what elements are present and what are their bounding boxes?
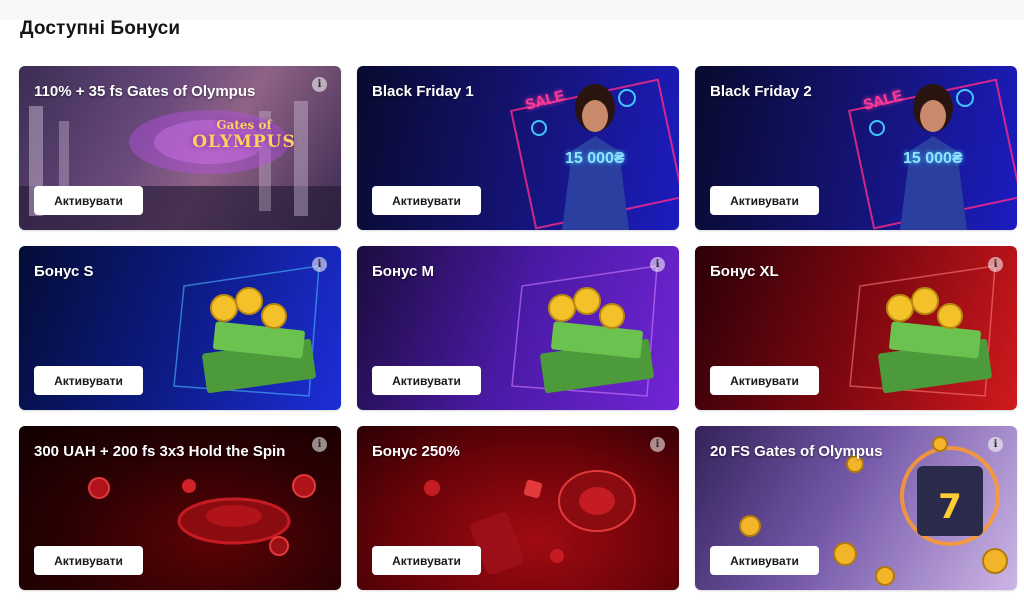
bonus-card: Бонус XL i Активувати xyxy=(695,246,1017,410)
bonus-card: SALE 15 000₴ Black Friday 2 Активувати xyxy=(695,66,1017,230)
bonus-grid: Gates of OLYMPUS 110% + 35 fs Gates of O… xyxy=(19,66,1017,590)
activate-button[interactable]: Активувати xyxy=(372,186,481,215)
bonus-card: Бонус S i Активувати xyxy=(19,246,341,410)
info-icon[interactable]: i xyxy=(312,437,327,452)
bonus-title: Бонус M xyxy=(372,263,434,280)
bonus-card: Бонус M i Активувати xyxy=(357,246,679,410)
bonus-title: 300 UAH + 200 fs 3x3 Hold the Spin xyxy=(34,443,286,460)
info-icon[interactable]: i xyxy=(312,257,327,272)
amount-label: 15 000₴ xyxy=(565,150,625,167)
bonus-card: 7 20 FS Gates of Olympus i Активувати xyxy=(695,426,1017,590)
amount-label: 15 000₴ xyxy=(903,150,963,167)
bonus-card: 300 UAH + 200 fs 3x3 Hold the Spin i Акт… xyxy=(19,426,341,590)
activate-button[interactable]: Активувати xyxy=(34,366,143,395)
info-icon[interactable]: i xyxy=(650,437,665,452)
activate-button[interactable]: Активувати xyxy=(372,546,481,575)
info-icon[interactable]: i xyxy=(988,257,1003,272)
bonus-title: 20 FS Gates of Olympus xyxy=(710,443,883,460)
top-bar xyxy=(0,0,1024,20)
bonus-card: Gates of OLYMPUS 110% + 35 fs Gates of O… xyxy=(19,66,341,230)
activate-button[interactable]: Активувати xyxy=(34,186,143,215)
activate-button[interactable]: Активувати xyxy=(710,546,819,575)
bonus-title: Бонус 250% xyxy=(372,443,460,460)
bonus-title: Бонус S xyxy=(34,263,94,280)
bonus-card: SALE 15 000₴ Black Friday 1 Активувати xyxy=(357,66,679,230)
bonus-title: Black Friday 2 xyxy=(710,83,812,100)
activate-button[interactable]: Активувати xyxy=(710,366,819,395)
info-icon[interactable]: i xyxy=(988,437,1003,452)
svg-text:7: 7 xyxy=(938,487,962,527)
page-title: Доступні Бонуси xyxy=(20,18,181,39)
info-icon[interactable]: i xyxy=(650,257,665,272)
bonus-title: Бонус XL xyxy=(710,263,779,280)
olympus-logo: Gates of OLYMPUS xyxy=(179,118,309,152)
activate-button[interactable]: Активувати xyxy=(372,366,481,395)
logo-line-2: OLYMPUS xyxy=(192,132,296,152)
activate-button[interactable]: Активувати xyxy=(34,546,143,575)
logo-line-1: Gates of xyxy=(216,118,272,132)
activate-button[interactable]: Активувати xyxy=(710,186,819,215)
bonus-title: 110% + 35 fs Gates of Olympus xyxy=(34,83,256,100)
info-icon[interactable]: i xyxy=(312,77,327,92)
bonus-title: Black Friday 1 xyxy=(372,83,474,100)
bonus-card: Бонус 250% i Активувати xyxy=(357,426,679,590)
